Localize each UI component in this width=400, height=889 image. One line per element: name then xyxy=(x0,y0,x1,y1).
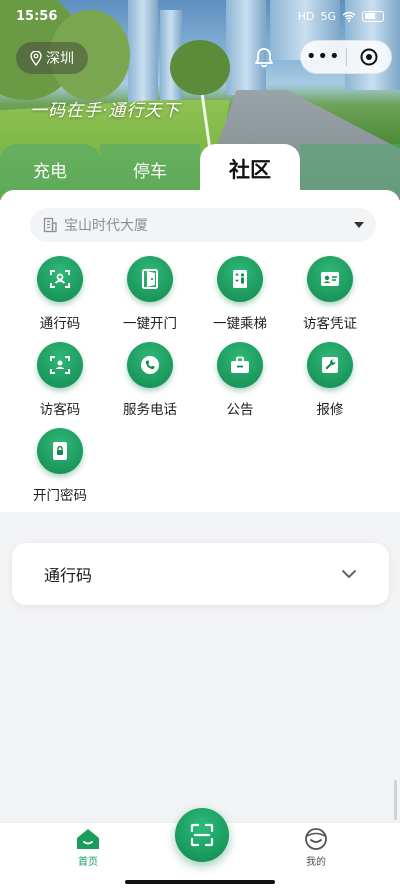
pass-code-card-title: 通行码 xyxy=(44,566,93,585)
tab-connector xyxy=(200,186,300,194)
city-selector[interactable]: 深圳 xyxy=(16,42,88,74)
notice-icon xyxy=(231,356,249,373)
battery-icon xyxy=(362,10,384,22)
elevator-icon xyxy=(233,270,247,288)
phone-icon xyxy=(141,356,159,374)
caret-down-icon xyxy=(354,222,364,228)
user-face-icon xyxy=(305,828,327,850)
home-indicator xyxy=(125,880,275,884)
pass-code-icon xyxy=(50,270,70,288)
service-repair[interactable]: 报修 xyxy=(285,342,375,418)
bell-icon[interactable] xyxy=(252,46,276,70)
tab-parking[interactable]: 停车 xyxy=(100,144,200,194)
city-label: 深圳 xyxy=(46,51,74,67)
service-notice[interactable]: 公告 xyxy=(195,342,285,418)
scan-button[interactable] xyxy=(175,808,229,862)
status-time: 15:56 xyxy=(16,8,58,24)
service-label: 报修 xyxy=(316,402,344,418)
tree-image xyxy=(170,40,230,95)
service-label: 访客码 xyxy=(39,402,81,418)
service-label: 公告 xyxy=(226,402,254,418)
service-label: 访客凭证 xyxy=(303,316,357,332)
service-label: 通行码 xyxy=(39,316,81,332)
nav-mine[interactable]: 我的 xyxy=(288,827,344,868)
service-label: 一键开门 xyxy=(123,316,177,332)
service-pass-code[interactable]: 通行码 xyxy=(15,256,105,332)
home-icon xyxy=(77,829,99,849)
scrollbar-thumb[interactable] xyxy=(394,780,397,820)
building-icon xyxy=(43,217,57,233)
door-icon xyxy=(142,269,158,289)
service-phone[interactable]: 服务电话 xyxy=(105,342,195,418)
scan-icon xyxy=(190,823,214,847)
more-button[interactable]: ••• xyxy=(301,48,346,66)
service-elevator[interactable]: 一键乘梯 xyxy=(195,256,285,332)
service-open-door[interactable]: 一键开门 xyxy=(105,256,195,332)
visitor-card-icon xyxy=(321,272,339,286)
pass-code-card[interactable]: 通行码 xyxy=(12,543,389,605)
door-password-icon xyxy=(53,442,67,460)
close-miniprogram-button[interactable] xyxy=(346,47,391,67)
nav-mine-label: 我的 xyxy=(306,857,326,868)
signal-label: HD xyxy=(297,9,315,23)
service-door-password[interactable]: 开门密码 xyxy=(15,428,105,504)
tab-extra[interactable] xyxy=(300,144,400,194)
hero-slogan: 一码在手·通行天下 xyxy=(30,101,181,121)
target-icon xyxy=(360,48,378,66)
nav-home-label: 首页 xyxy=(78,857,98,868)
service-visitor-code[interactable]: 访客码 xyxy=(15,342,105,418)
building-name: 宝山时代大厦 xyxy=(64,218,148,234)
network-label: 5G xyxy=(320,9,336,23)
status-bar: 15:56 HD 5G xyxy=(16,6,384,26)
status-icons: HD 5G xyxy=(298,10,384,23)
building-selector[interactable]: 宝山时代大厦 xyxy=(30,208,376,242)
visitor-code-icon xyxy=(50,356,70,374)
miniprogram-capsule: ••• xyxy=(300,40,392,74)
repair-icon xyxy=(322,357,338,373)
tab-charging[interactable]: 充电 xyxy=(0,144,100,194)
nav-home[interactable]: 首页 xyxy=(60,827,116,868)
wifi-icon xyxy=(342,11,356,22)
service-visitor-card[interactable]: 访客凭证 xyxy=(285,256,375,332)
service-label: 开门密码 xyxy=(33,488,87,504)
location-pin-icon xyxy=(30,50,42,66)
chevron-down-icon[interactable] xyxy=(341,569,357,579)
service-label: 服务电话 xyxy=(123,402,177,418)
service-label: 一键乘梯 xyxy=(213,316,267,332)
